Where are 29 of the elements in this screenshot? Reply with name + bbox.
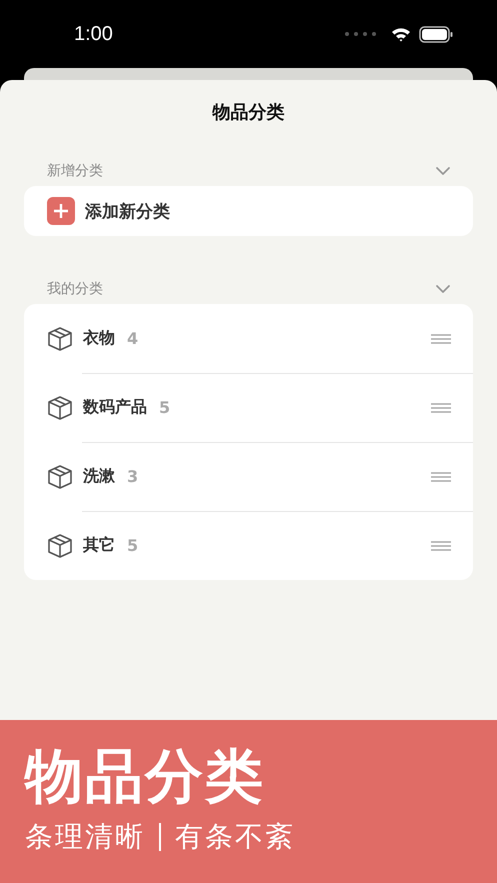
plus-icon	[47, 197, 75, 225]
section-header: 我的分类	[47, 280, 103, 298]
drag-handle-icon[interactable]	[431, 540, 451, 552]
category-name[interactable]: 数码产品	[83, 397, 147, 418]
category-name[interactable]: 衣物	[83, 328, 115, 349]
category-name[interactable]: 其它	[83, 535, 115, 556]
sheet-title: 物品分类	[211, 101, 286, 125]
box-icon	[47, 326, 73, 352]
battery-icon	[419, 26, 453, 42]
category-name[interactable]: 洗漱	[83, 466, 115, 487]
item-count: 5	[159, 398, 172, 417]
section-header: 新增分类	[47, 162, 103, 180]
banner-title: 物品分类	[25, 741, 266, 812]
chevron-icon[interactable]	[435, 166, 451, 176]
chevron-icon[interactable]	[435, 284, 451, 294]
item-count: 5	[127, 536, 140, 555]
banner-tagline: 有条不紊	[175, 819, 295, 855]
wifi-icon	[391, 26, 411, 42]
status-time: 1:00	[74, 22, 113, 46]
drag-handle-icon[interactable]	[431, 470, 451, 482]
item-count: 4	[127, 329, 140, 348]
drag-handle-icon[interactable]	[431, 332, 451, 344]
drag-handle-icon[interactable]	[431, 402, 451, 414]
box-icon	[47, 532, 73, 558]
banner-tagline: 条理清晰	[25, 819, 145, 855]
box-icon	[47, 464, 73, 490]
item-count: 3	[127, 467, 140, 486]
add-category-button[interactable]: 添加新分类	[24, 186, 473, 236]
box-icon	[47, 394, 73, 420]
